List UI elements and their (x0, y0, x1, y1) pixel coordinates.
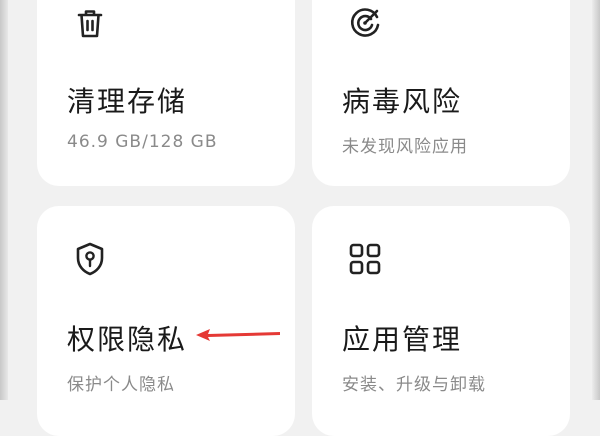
virus-scan-icon (346, 4, 384, 42)
right-edge-shadow (592, 0, 600, 400)
app-management-title: 应用管理 (342, 323, 463, 356)
permission-privacy-desc: 保护个人隐私 (67, 375, 175, 395)
app-management-desc: 安装、升级与卸载 (342, 375, 486, 395)
permission-privacy-card[interactable]: 权限隐私 保护个人隐私 (37, 206, 295, 436)
annotation-arrow-icon (196, 329, 280, 341)
storage-usage-text: 46.9 GB/128 GB (67, 132, 218, 152)
clean-storage-title: 清理存储 (67, 85, 188, 118)
trash-icon (71, 4, 109, 42)
app-management-card[interactable]: 应用管理 安装、升级与卸载 (312, 206, 570, 436)
virus-risk-title: 病毒风险 (342, 85, 463, 118)
virus-risk-card[interactable]: 病毒风险 未发现风险应用 (312, 0, 570, 186)
permission-privacy-title: 权限隐私 (67, 323, 188, 356)
privacy-shield-icon (71, 240, 109, 278)
app-grid-icon (346, 240, 384, 278)
left-edge-shadow (0, 0, 8, 400)
virus-risk-status: 未发现风险应用 (342, 137, 468, 157)
clean-storage-card[interactable]: 清理存储 46.9 GB/128 GB (37, 0, 295, 186)
